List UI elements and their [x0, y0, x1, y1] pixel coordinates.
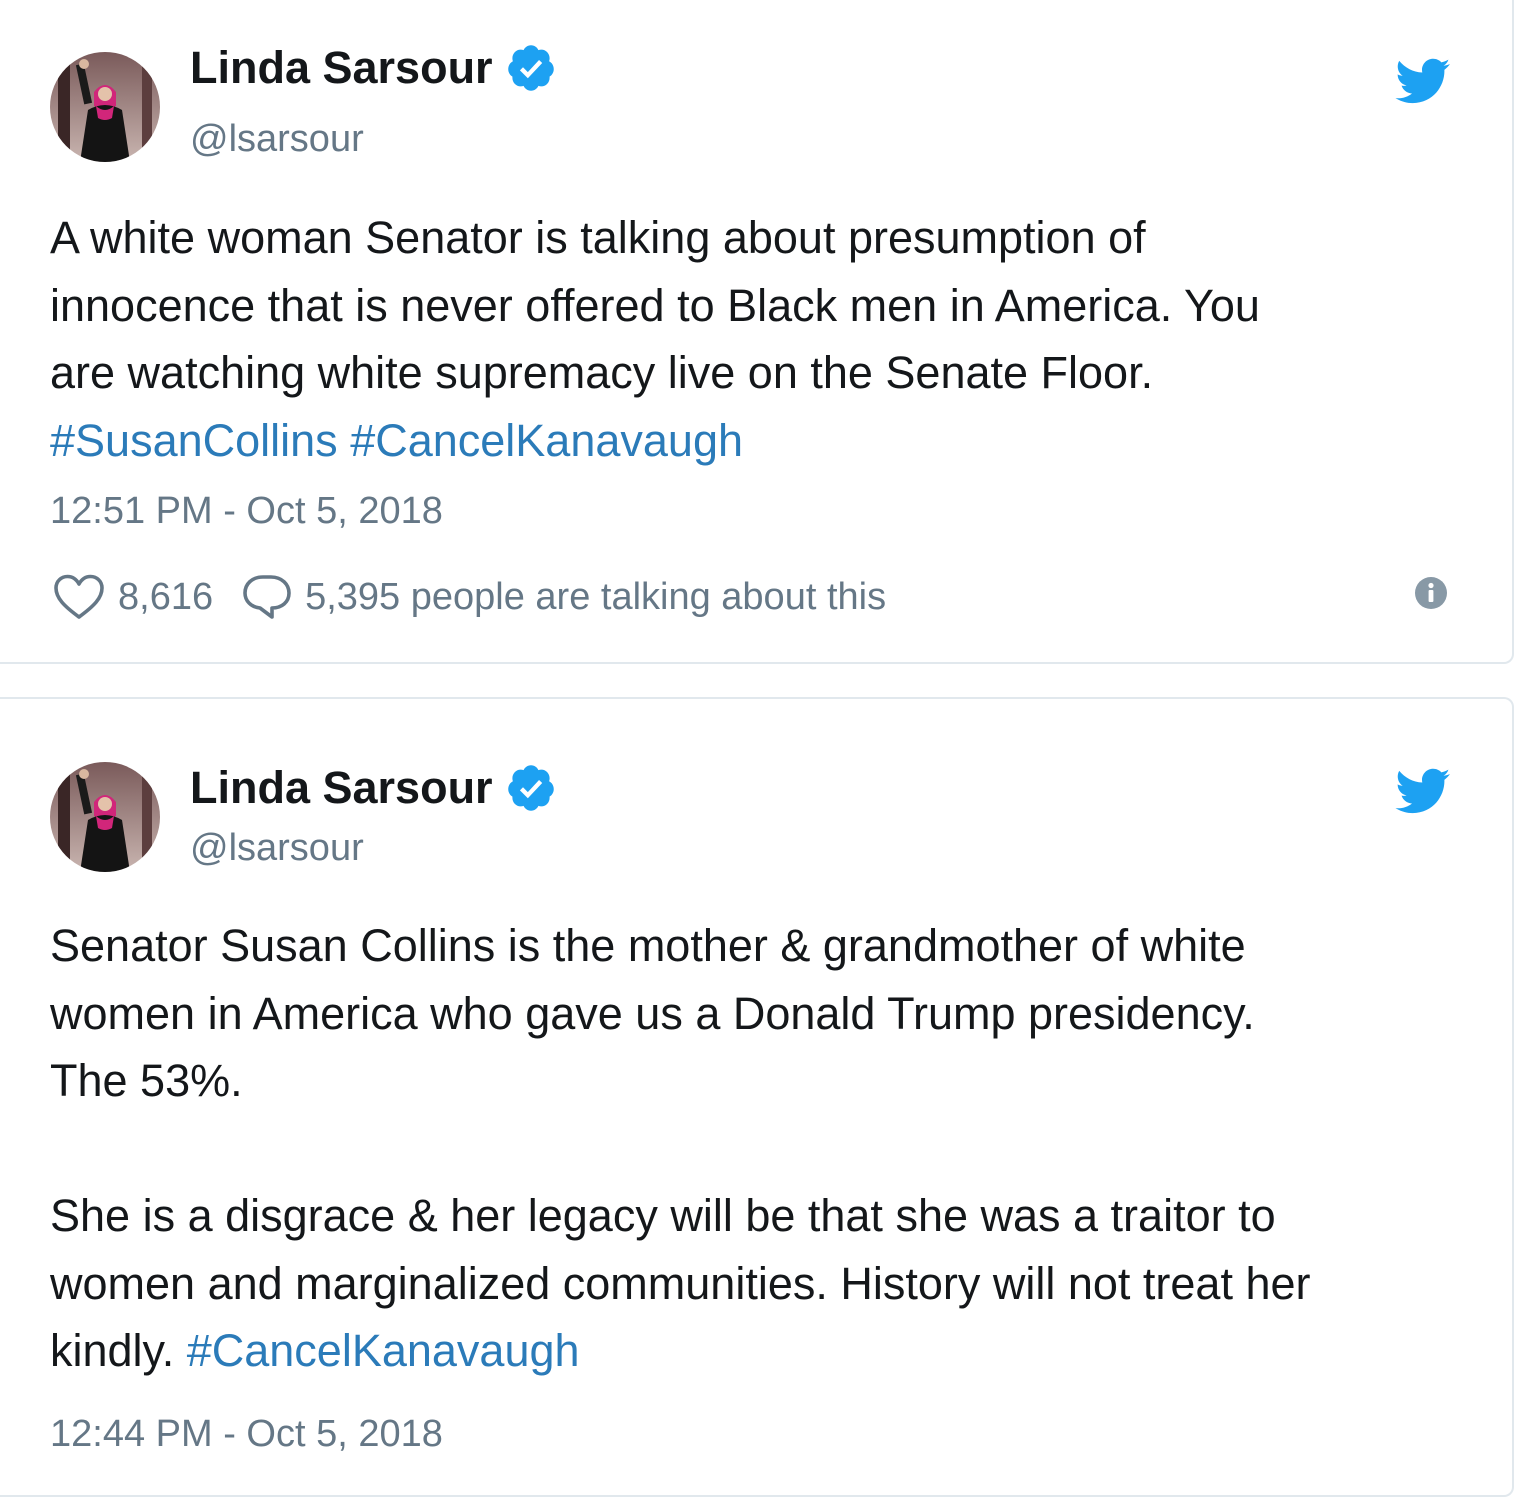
twitter-bird-icon[interactable] [1393, 57, 1451, 105]
like-count[interactable]: 8,616 [118, 572, 213, 622]
tweet-text-line: She is a disgrace & her legacy will be t… [50, 1190, 1276, 1241]
verified-badge-icon [505, 762, 557, 814]
tweet-text-line: are watching white supremacy live on the… [50, 347, 1154, 398]
avatar[interactable] [50, 52, 160, 162]
tweet-text-line: The 53%. [50, 1055, 243, 1106]
author-handle[interactable]: @lsarsour [190, 114, 364, 164]
heart-icon[interactable] [52, 573, 106, 621]
author-row[interactable]: Linda Sarsour [190, 40, 557, 96]
tweet-text-line: women and marginalized communities. Hist… [50, 1257, 1311, 1309]
info-icon[interactable] [1414, 576, 1448, 610]
tweet-text-line: innocence that is never offered to Black… [50, 279, 1260, 331]
display-name[interactable]: Linda Sarsour [190, 40, 493, 96]
reply-bubble-icon[interactable] [241, 573, 293, 621]
verified-badge-icon [505, 42, 557, 94]
text-segment: kindly. [50, 1325, 187, 1376]
tweet-text: Senator Susan Collins is the mother & gr… [50, 912, 1480, 1385]
tweet-text: A white woman Senator is talking about p… [50, 204, 1480, 474]
twitter-bird-icon[interactable] [1393, 767, 1451, 815]
hashtag-link[interactable]: #CancelKanavaugh [350, 415, 743, 466]
talking-count[interactable]: 5,395 people are talking about this [305, 572, 886, 622]
tweet-text-line: Senator Susan Collins is the mother & gr… [50, 920, 1246, 971]
tweet-timestamp[interactable]: 12:44 PM - Oct 5, 2018 [50, 1409, 443, 1459]
author-handle[interactable]: @lsarsour [190, 823, 364, 873]
tweet-text-line: kindly. #CancelKanavaugh [50, 1317, 1480, 1385]
hashtag-link[interactable]: #SusanCollins [50, 415, 338, 466]
author-row[interactable]: Linda Sarsour [190, 760, 557, 816]
tweet-timestamp[interactable]: 12:51 PM - Oct 5, 2018 [50, 486, 443, 536]
hashtag-link[interactable]: #CancelKanavaugh [187, 1325, 580, 1376]
tweet-text-line: women in America who gave us a Donald Tr… [50, 987, 1255, 1039]
tweet-actions: 8,616 5,395 people are talking about thi… [52, 572, 886, 622]
tweet-text-line: #SusanCollins #CancelKanavaugh [50, 407, 1480, 475]
tweet-card: Linda Sarsour @lsarsour Senator Susan Co… [0, 697, 1514, 1497]
display-name[interactable]: Linda Sarsour [190, 760, 493, 816]
tweet-card: Linda Sarsour @lsarsour A white woman Se… [0, 0, 1514, 664]
tweet-text-line: A white woman Senator is talking about p… [50, 212, 1146, 263]
avatar[interactable] [50, 762, 160, 872]
